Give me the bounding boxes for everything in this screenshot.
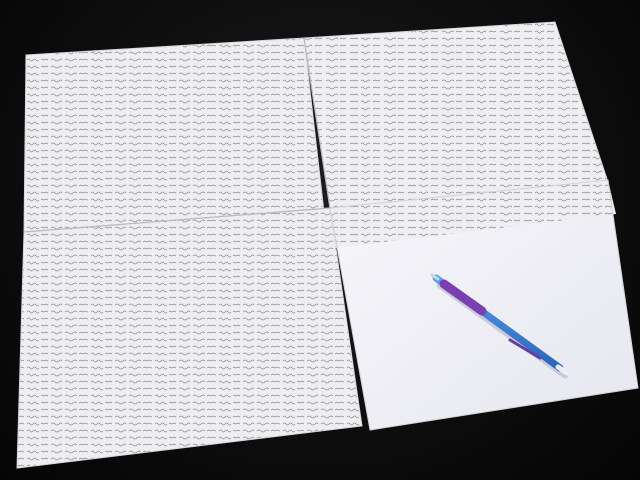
- handwritten-sheet-top-right: [303, 21, 609, 209]
- scene-drawing: [16, 21, 639, 469]
- handwritten-sheet-bottom-left: [16, 207, 363, 469]
- photo-scene: [0, 0, 640, 480]
- partially-written-sheet: [329, 179, 639, 431]
- handwritten-sheet-top-left: [23, 37, 325, 233]
